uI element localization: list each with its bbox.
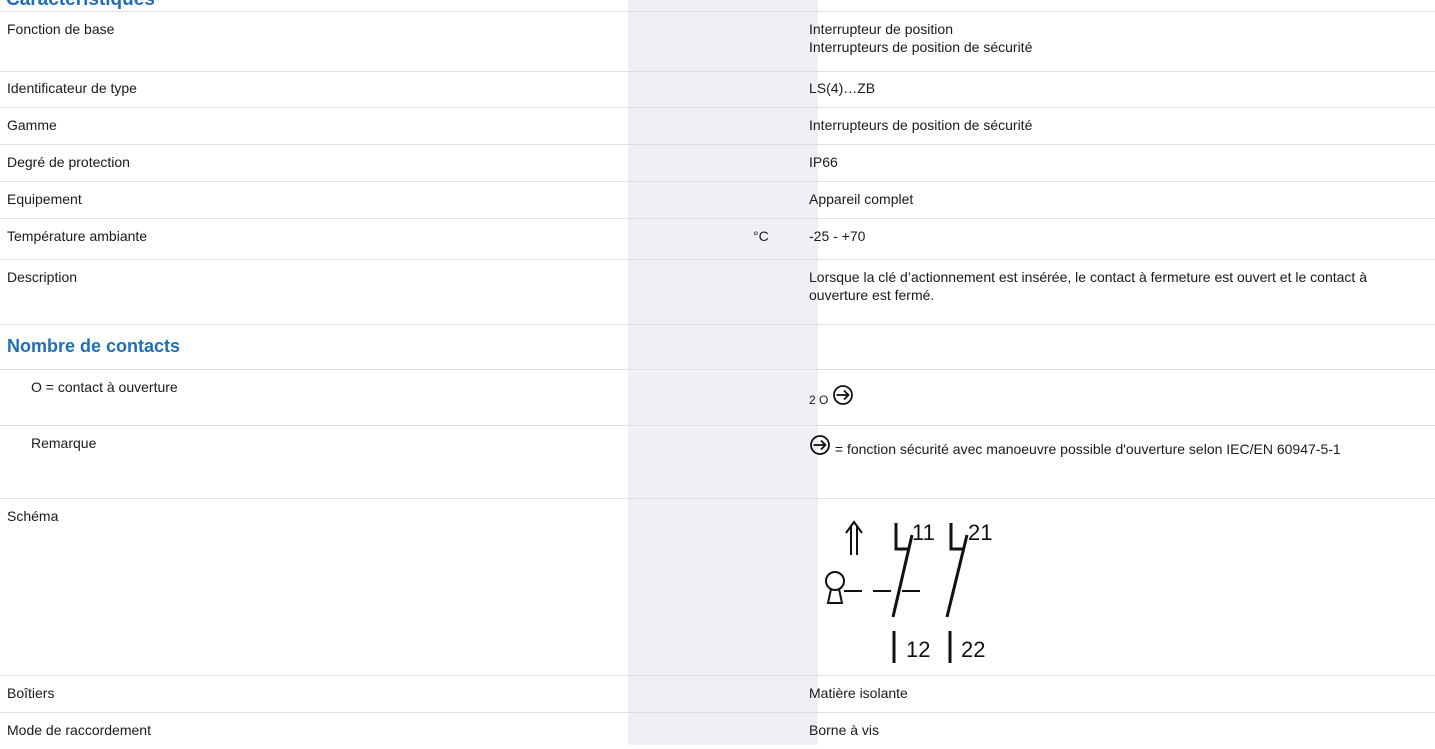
section-row: Nombre de contacts bbox=[0, 325, 1435, 370]
row-label: O = contact à ouverture bbox=[31, 379, 178, 395]
table-row: Identificateur de type LS(4)…ZB bbox=[0, 71, 1435, 108]
remark-text: = fonction sécurité avec manoeuvre possi… bbox=[834, 441, 1341, 457]
row-value: Interrupteurs de position de sécurité bbox=[809, 117, 1033, 133]
key-symbol-icon bbox=[825, 571, 931, 604]
table-row: Degré de protection IP66 bbox=[0, 145, 1435, 182]
terminal-label: 22 bbox=[961, 637, 985, 662]
row-label: Boîtiers bbox=[7, 685, 55, 701]
table-row: Remarque = fonction sécurité avec manoeu… bbox=[0, 426, 1435, 499]
table-row: Schéma 11 21 12 22 bbox=[0, 499, 1435, 676]
row-label: Remarque bbox=[31, 435, 97, 451]
row-label: Description bbox=[7, 269, 78, 285]
row-value: Interrupteur de position Interrupteurs d… bbox=[809, 20, 1429, 56]
terminal-label: 21 bbox=[968, 520, 992, 545]
row-value: 2 O bbox=[809, 384, 1429, 409]
terminal-label: 11 bbox=[912, 520, 935, 545]
table-row: Boîtiers Matière isolante bbox=[0, 676, 1435, 713]
positive-opening-icon bbox=[810, 435, 830, 455]
table-row: Gamme Interrupteurs de position de sécur… bbox=[0, 108, 1435, 145]
row-unit: °C bbox=[753, 228, 769, 244]
actuator-arrow-icon bbox=[845, 520, 863, 555]
value-line-1: Interrupteur de position bbox=[809, 21, 953, 37]
row-value: Appareil complet bbox=[809, 191, 914, 207]
row-value: LS(4)…ZB bbox=[809, 80, 876, 96]
row-label: Fonction de base bbox=[7, 21, 115, 37]
row-value: IP66 bbox=[809, 154, 838, 170]
row-value: Matière isolante bbox=[809, 685, 908, 701]
value-line-2: Interrupteurs de position de sécurité bbox=[809, 39, 1033, 55]
row-label: Gamme bbox=[7, 117, 57, 133]
table-row: Mode de raccordement Borne à vis bbox=[0, 713, 1435, 749]
table-row: Description Lorsque la clé d’actionnemen… bbox=[0, 260, 1435, 325]
row-label: Equipement bbox=[7, 191, 82, 207]
wiring-diagram: 11 21 12 22 bbox=[825, 520, 992, 663]
row-value: -25 - +70 bbox=[809, 228, 866, 244]
row-label: Température ambiante bbox=[7, 228, 148, 244]
section-title-top: Caractéristiques bbox=[6, 0, 155, 11]
row-value: Lorsque la clé d’actionnement est inséré… bbox=[809, 269, 1367, 303]
table-row: Température ambiante °C -25 - +70 bbox=[0, 219, 1435, 260]
row-label: Schéma bbox=[7, 508, 59, 524]
row-value: = fonction sécurité avec manoeuvre possi… bbox=[809, 434, 1419, 458]
table-row: Equipement Appareil complet bbox=[0, 182, 1435, 219]
nc-count: 2 O bbox=[809, 393, 829, 407]
row-label: Degré de protection bbox=[7, 154, 130, 170]
terminal-label: 12 bbox=[906, 637, 930, 662]
row-value: Borne à vis bbox=[809, 722, 880, 738]
positive-opening-icon bbox=[833, 385, 854, 405]
row-label: Mode de raccordement bbox=[7, 722, 151, 738]
table-row: Fonction de base Interrupteur de positio… bbox=[0, 11, 1435, 72]
table-row: O = contact à ouverture 2 O bbox=[0, 370, 1435, 426]
section-heading: Nombre de contacts bbox=[7, 336, 181, 356]
row-label: Identificateur de type bbox=[7, 80, 137, 96]
